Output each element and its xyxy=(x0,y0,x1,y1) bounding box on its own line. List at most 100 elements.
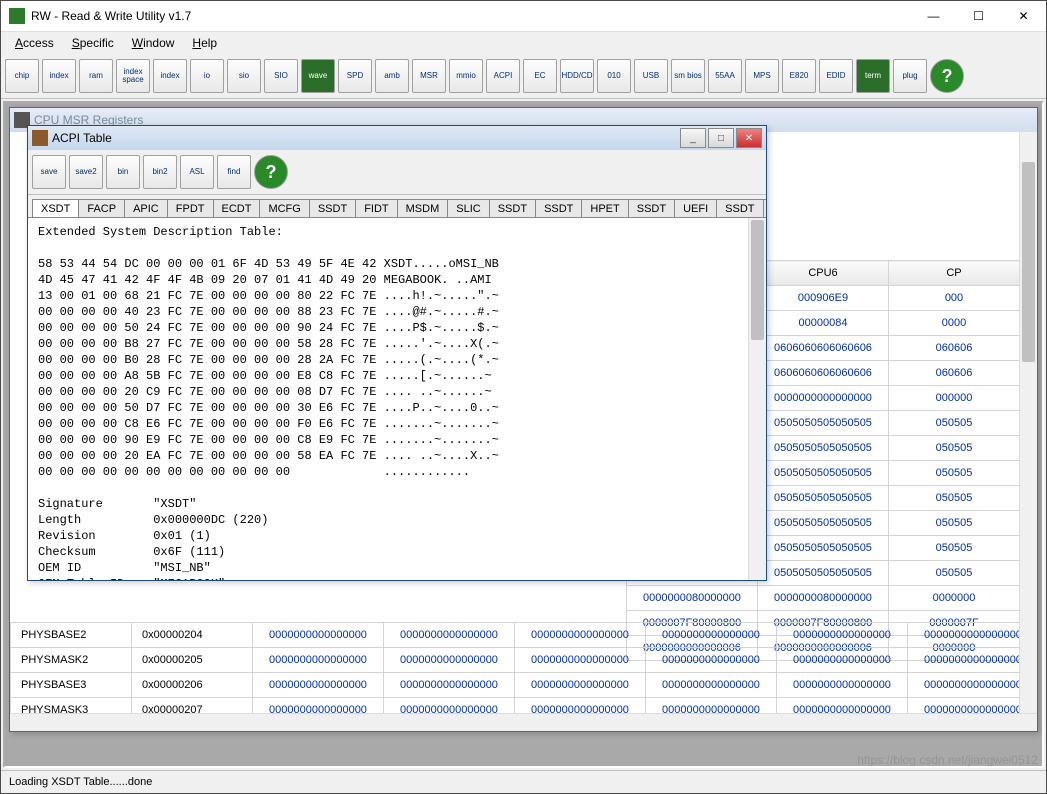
msr-cell[interactable]: 000 xyxy=(889,286,1020,311)
msr-cell[interactable]: 0000000000000000 xyxy=(384,673,515,698)
msr-cell[interactable]: 0000000000000000 xyxy=(515,673,646,698)
msr-cell[interactable]: 050505 xyxy=(889,536,1020,561)
menu-access[interactable]: Access xyxy=(7,34,62,52)
msr-cell[interactable]: 0505050505050505 xyxy=(758,436,889,461)
msr-cell[interactable]: 0000000000000000 xyxy=(777,673,908,698)
msr-cell[interactable]: 0000000080000000 xyxy=(627,586,758,611)
msr-cell[interactable]: 060606 xyxy=(889,361,1020,386)
msr-cell[interactable]: 0000000000000000 xyxy=(908,698,1038,714)
msr-cell[interactable]: 0000000000000000 xyxy=(777,698,908,714)
msr-cell[interactable]: 0000000080000000 xyxy=(758,586,889,611)
msr-cell[interactable]: 0000000000000000 xyxy=(253,673,384,698)
acpi-toolbar---button[interactable]: ? xyxy=(254,155,288,189)
acpi-tab-xsdt-0[interactable]: XSDT xyxy=(32,199,79,218)
toolbar-sio-button[interactable]: SIO xyxy=(264,59,298,93)
acpi-close-button[interactable]: ✕ xyxy=(736,128,762,148)
toolbar-wave-button[interactable]: wave xyxy=(301,59,335,93)
msr-cell[interactable]: 0505050505050505 xyxy=(758,536,889,561)
acpi-toolbar-bin2-button[interactable]: bin2 xyxy=(143,155,177,189)
msr-row-name[interactable]: PHYSMASK2 xyxy=(11,648,132,673)
msr-row-addr[interactable]: 0x00000205 xyxy=(132,648,253,673)
toolbar-010-button[interactable]: 010 xyxy=(597,59,631,93)
msr-cell[interactable]: 00000084 xyxy=(758,311,889,336)
msr-cell[interactable]: 0505050505050505 xyxy=(758,561,889,586)
msr-cell[interactable]: 0000000000000000 xyxy=(515,698,646,714)
minimize-button[interactable]: — xyxy=(911,1,956,31)
msr-cell[interactable]: 0000000000000000 xyxy=(515,623,646,648)
msr-cell[interactable]: 0000000000000000 xyxy=(384,623,515,648)
msr-cell[interactable]: 050505 xyxy=(889,486,1020,511)
menu-help[interactable]: Help xyxy=(184,34,225,52)
msr-col-header[interactable]: CP xyxy=(889,261,1020,286)
msr-cell[interactable]: 0505050505050505 xyxy=(758,511,889,536)
msr-cell[interactable]: 0000 xyxy=(889,311,1020,336)
msr-cell[interactable]: 0000000000000000 xyxy=(908,623,1038,648)
acpi-minimize-button[interactable]: _ xyxy=(680,128,706,148)
acpi-tab-ssdt-11[interactable]: SSDT xyxy=(535,199,582,217)
msr-cell[interactable]: 050505 xyxy=(889,411,1020,436)
toolbar---button[interactable]: ? xyxy=(930,59,964,93)
toolbar-index-space-button[interactable]: index space xyxy=(116,59,150,93)
acpi-tab-facp-1[interactable]: FACP xyxy=(78,199,125,217)
toolbar-plug-button[interactable]: plug xyxy=(893,59,927,93)
acpi-tab-ssdt-13[interactable]: SSDT xyxy=(628,199,675,217)
close-button[interactable]: ✕ xyxy=(1001,1,1046,31)
msr-cell[interactable]: 0000000000000000 xyxy=(253,698,384,714)
msr-row-name[interactable]: PHYSBASE3 xyxy=(11,673,132,698)
msr-cell[interactable]: 0000000000000000 xyxy=(777,623,908,648)
acpi-tab-hpet-12[interactable]: HPET xyxy=(581,199,628,217)
msr-cell[interactable]: 050505 xyxy=(889,436,1020,461)
msr-row-name[interactable]: PHYSMASK3 xyxy=(11,698,132,714)
acpi-tab-mcfg-5[interactable]: MCFG xyxy=(259,199,309,217)
toolbar-sio-button[interactable]: sio xyxy=(227,59,261,93)
msr-cell[interactable]: 0000000000000000 xyxy=(646,623,777,648)
toolbar-ec-button[interactable]: EC xyxy=(523,59,557,93)
toolbar-edid-button[interactable]: EDID xyxy=(819,59,853,93)
msr-cell[interactable]: 0000000000000000 xyxy=(384,698,515,714)
msr-cell[interactable]: 0505050505050505 xyxy=(758,411,889,436)
acpi-tab-apic-2[interactable]: APIC xyxy=(124,199,168,217)
acpi-scrollbar-v[interactable] xyxy=(748,218,766,580)
msr-row-addr[interactable]: 0x00000207 xyxy=(132,698,253,714)
toolbar-mps-button[interactable]: MPS xyxy=(745,59,779,93)
msr-scrollbar-v[interactable] xyxy=(1019,132,1037,713)
msr-cell[interactable]: 0000000000000000 xyxy=(253,648,384,673)
toolbar-spd-button[interactable]: SPD xyxy=(338,59,372,93)
toolbar-index-button[interactable]: index xyxy=(153,59,187,93)
msr-cell[interactable]: 000906E9 xyxy=(758,286,889,311)
toolbar-55aa-button[interactable]: 55AA xyxy=(708,59,742,93)
acpi-tab-fidt-7[interactable]: FIDT xyxy=(355,199,397,217)
toolbar-mmio-button[interactable]: mmio xyxy=(449,59,483,93)
toolbar-acpi-button[interactable]: ACPI xyxy=(486,59,520,93)
toolbar-e820-button[interactable]: E820 xyxy=(782,59,816,93)
acpi-tab-uefi-14[interactable]: UEFI xyxy=(674,199,717,217)
msr-row-name[interactable]: PHYSBASE2 xyxy=(11,623,132,648)
msr-cell[interactable]: 050505 xyxy=(889,461,1020,486)
msr-cell[interactable]: 050505 xyxy=(889,561,1020,586)
toolbar-ram-button[interactable]: ram xyxy=(79,59,113,93)
msr-cell[interactable]: 0000000000000000 xyxy=(515,648,646,673)
acpi-toolbar-bin-button[interactable]: bin xyxy=(106,155,140,189)
toolbar-sm-bios-button[interactable]: sm bios xyxy=(671,59,705,93)
acpi-tab-msdm-8[interactable]: MSDM xyxy=(397,199,449,217)
toolbar-io-button[interactable]: io xyxy=(190,59,224,93)
msr-scrollbar-h[interactable] xyxy=(10,713,1037,731)
msr-col-header[interactable]: CPU6 xyxy=(758,261,889,286)
msr-cell[interactable]: 060606 xyxy=(889,336,1020,361)
msr-cell[interactable]: 0000000000000000 xyxy=(646,648,777,673)
acpi-toolbar-asl-button[interactable]: ASL xyxy=(180,155,214,189)
toolbar-amb-button[interactable]: amb xyxy=(375,59,409,93)
msr-cell[interactable]: 0000000000000000 xyxy=(908,648,1038,673)
msr-cell[interactable]: 0505050505050505 xyxy=(758,486,889,511)
acpi-toolbar-save-button[interactable]: save xyxy=(32,155,66,189)
msr-cell[interactable]: 0000000000000000 xyxy=(908,673,1038,698)
msr-cell[interactable]: 0000000000000000 xyxy=(758,386,889,411)
acpi-toolbar-save2-button[interactable]: save2 xyxy=(69,155,103,189)
toolbar-msr-button[interactable]: MSR xyxy=(412,59,446,93)
msr-cell[interactable]: 0000000000000000 xyxy=(253,623,384,648)
msr-cell[interactable]: 0606060606060606 xyxy=(758,361,889,386)
msr-cell[interactable]: 0000000 xyxy=(889,586,1020,611)
msr-cell[interactable]: 050505 xyxy=(889,511,1020,536)
acpi-toolbar-find-button[interactable]: find xyxy=(217,155,251,189)
msr-row-addr[interactable]: 0x00000204 xyxy=(132,623,253,648)
